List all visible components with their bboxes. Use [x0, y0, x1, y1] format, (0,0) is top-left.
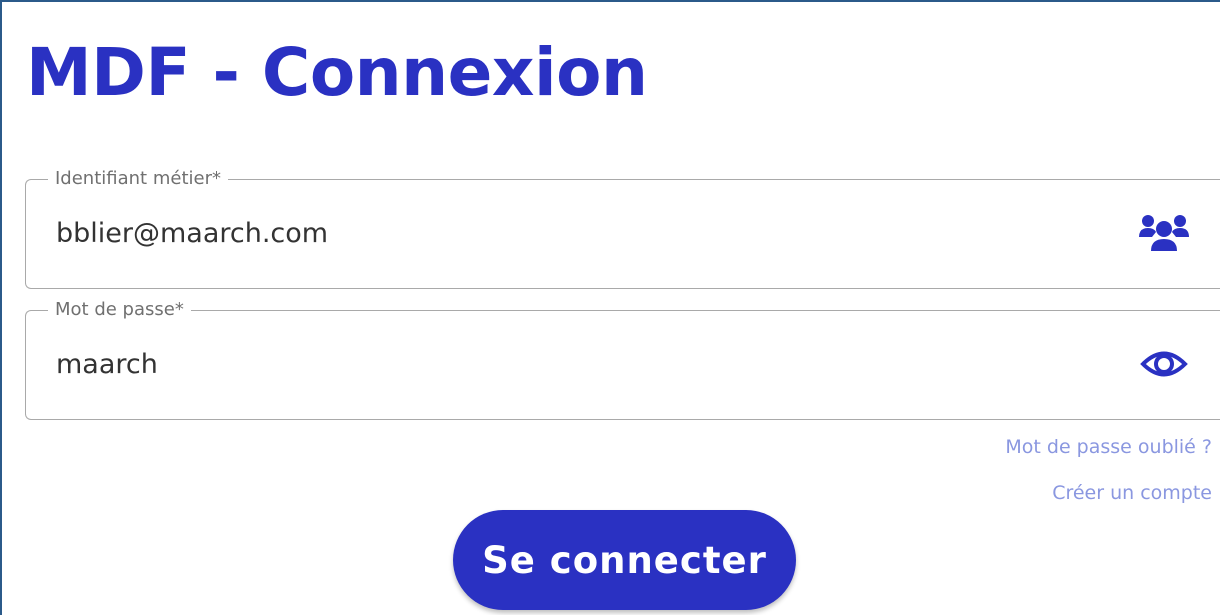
password-field-label: Mot de passe* — [48, 298, 191, 322]
create-account-link[interactable]: Créer un compte — [1052, 482, 1212, 504]
page-title: MDF - Connexion — [26, 34, 648, 111]
login-panel: MDF - Connexion Identifiant métier* Mot … — [0, 0, 1220, 615]
eye-icon[interactable] — [1136, 341, 1192, 387]
login-field-label: Identifiant métier* — [48, 167, 228, 191]
connect-button[interactable]: Se connecter — [453, 510, 796, 610]
users-icon — [1136, 210, 1192, 256]
password-input[interactable] — [56, 341, 1116, 387]
password-field[interactable]: Mot de passe* — [25, 298, 1220, 420]
forgot-password-link[interactable]: Mot de passe oublié ? — [1005, 436, 1212, 458]
login-input[interactable] — [56, 210, 1116, 256]
login-field[interactable]: Identifiant métier* — [25, 167, 1220, 289]
